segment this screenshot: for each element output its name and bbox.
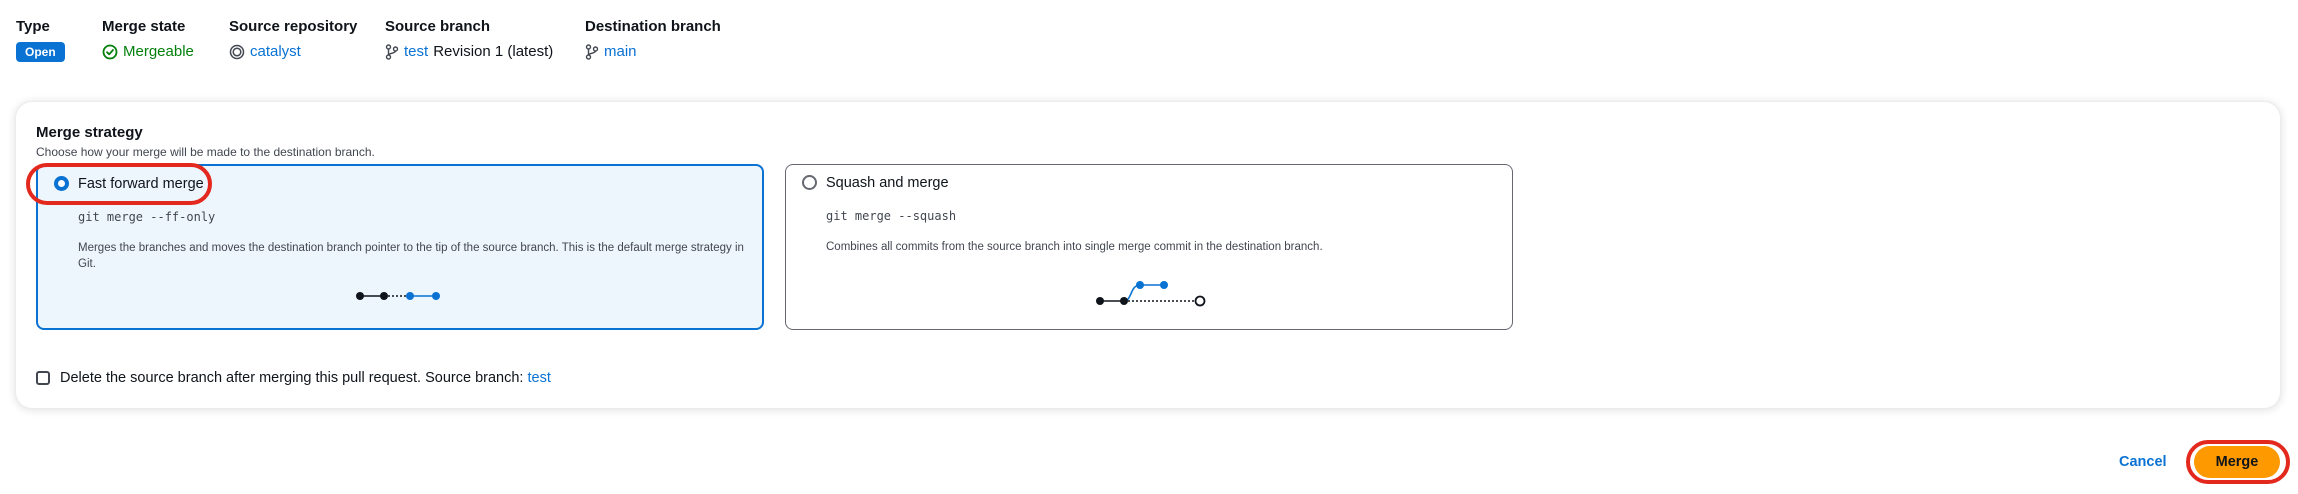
squash-merge-tile[interactable]: Squash and merge git merge --squash Comb… bbox=[785, 164, 1513, 330]
branch-icon bbox=[585, 44, 599, 60]
delete-branch-source-link[interactable]: test bbox=[527, 370, 550, 386]
selected-option-highlight bbox=[26, 163, 212, 205]
squash-command: git merge --squash bbox=[826, 209, 957, 223]
merge-state-column: Merge state Mergeable bbox=[102, 18, 194, 62]
merge-button-highlight bbox=[2186, 440, 2290, 484]
source-branch-label: Source branch bbox=[385, 18, 491, 35]
type-label: Type bbox=[16, 18, 50, 35]
merge-state-label: Merge state bbox=[102, 18, 186, 35]
fast-forward-description: Merges the branches and moves the destin… bbox=[78, 242, 744, 270]
source-repo-label: Source repository bbox=[229, 18, 358, 35]
destination-branch-column: Destination branch main bbox=[585, 18, 721, 62]
status-badge: Open bbox=[16, 42, 65, 62]
type-column: Type Open bbox=[16, 18, 65, 62]
squash-radio[interactable] bbox=[802, 175, 817, 190]
fast-forward-diagram bbox=[356, 292, 440, 300]
squash-diagram bbox=[1096, 281, 1206, 307]
merge-strategy-container: Merge strategy Choose how your merge wil… bbox=[16, 102, 2280, 408]
destination-branch-link[interactable]: main bbox=[604, 42, 637, 62]
merge-strategy-title: Merge strategy bbox=[36, 124, 143, 141]
repository-icon bbox=[229, 44, 245, 60]
delete-branch-label: Delete the source branch after merging t… bbox=[60, 370, 551, 386]
source-branch-link[interactable]: test bbox=[404, 42, 428, 62]
check-circle-icon bbox=[102, 44, 118, 60]
delete-branch-text: Delete the source branch after merging t… bbox=[60, 370, 524, 386]
squash-description: Combines all commits from the source bra… bbox=[826, 241, 1323, 253]
delete-branch-checkbox[interactable] bbox=[36, 371, 50, 385]
fast-forward-command: git merge --ff-only bbox=[78, 210, 216, 224]
cancel-button[interactable]: Cancel bbox=[2119, 454, 2167, 470]
source-repo-link[interactable]: catalyst bbox=[250, 42, 301, 62]
source-branch-column: Source branch test Revision 1 (latest) bbox=[385, 18, 553, 62]
squash-label: Squash and merge bbox=[826, 175, 949, 191]
destination-branch-label: Destination branch bbox=[585, 18, 721, 35]
merge-state-value: Mergeable bbox=[123, 43, 194, 60]
branch-icon bbox=[385, 44, 399, 60]
merge-strategy-description: Choose how your merge will be made to th… bbox=[36, 145, 375, 159]
delete-branch-row: Delete the source branch after merging t… bbox=[36, 370, 551, 386]
source-repo-column: Source repository catalyst bbox=[229, 18, 357, 62]
source-branch-revision: Revision 1 (latest) bbox=[433, 43, 554, 60]
